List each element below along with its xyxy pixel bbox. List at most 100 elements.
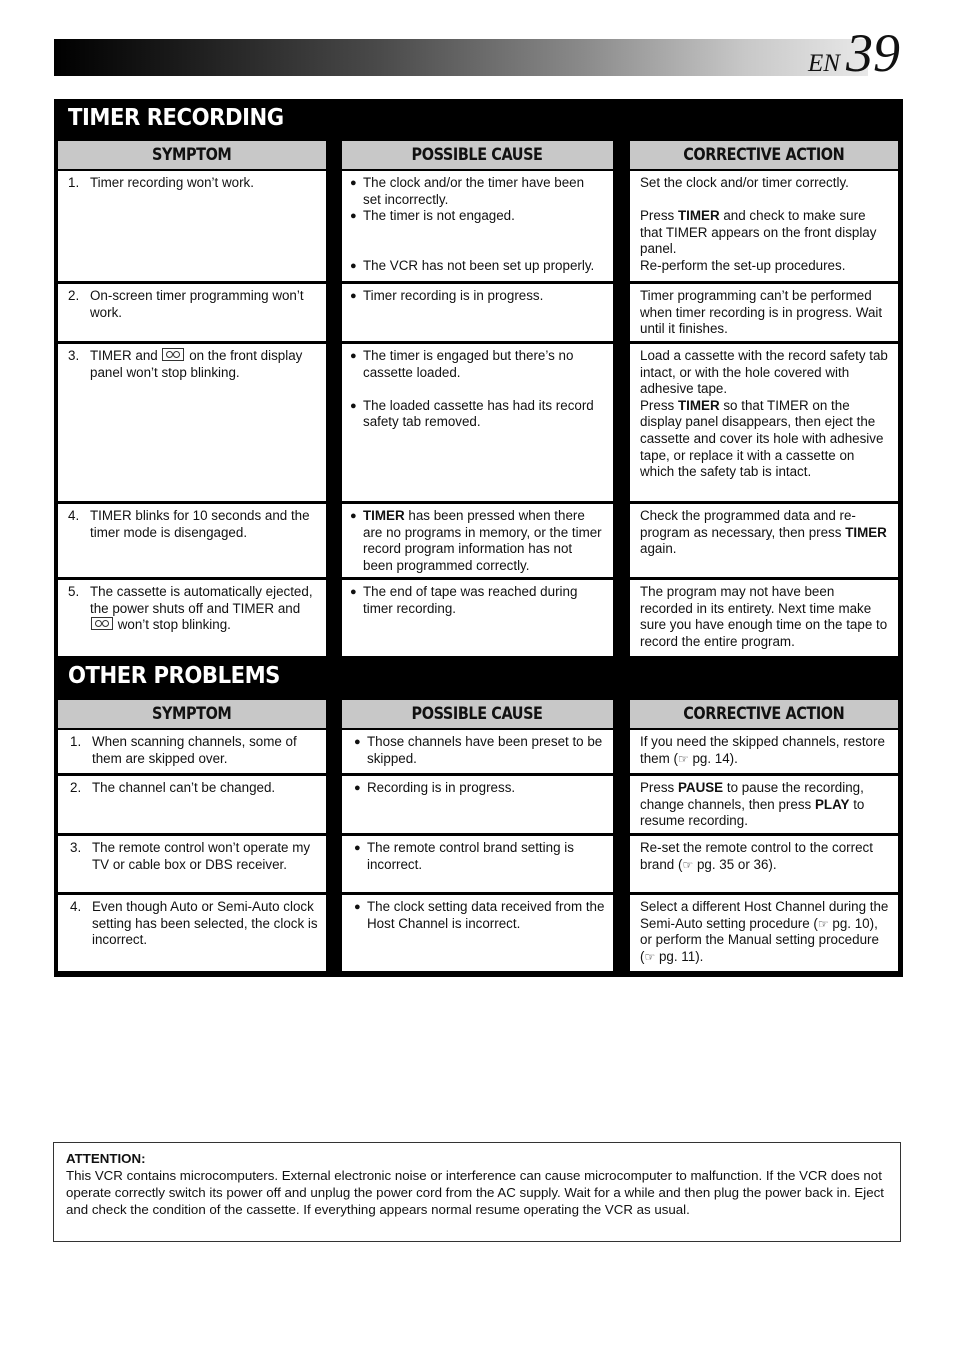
possible-cause-column: ● Those channels have been preset to be s… [342, 730, 613, 971]
table-row: Select a different Host Channel during t… [630, 892, 898, 971]
pointing-hand-icon: ☞ [644, 949, 656, 964]
symptom-text: The remote control won’t operate my TV o… [92, 840, 311, 872]
action-text: If you need the skipped channels, restor… [640, 734, 885, 766]
pointing-hand-icon: ☞ [677, 751, 689, 766]
table-row: 1. When scanning channels, some of them a… [58, 730, 326, 773]
table-row: ● TIMER has been pressed when there are n… [342, 501, 613, 577]
action-text: Check the programmed data and re-program… [640, 508, 887, 557]
table-row: Press PAUSE to pause the recording, chan… [630, 773, 898, 833]
possible-cause-column: ● The clock and/or the timer have been se… [342, 171, 613, 656]
action-text: Press TIMER and check to make sure that … [640, 208, 877, 257]
symptom-text: When scanning channels, some of them are… [92, 734, 297, 766]
bullet-icon: ● [354, 736, 361, 748]
symptom-text: Timer recording won’t work. [90, 175, 254, 190]
cause-text: The clock setting data received from the… [367, 899, 605, 931]
attention-body: This VCR contains microcomputers. Extern… [66, 1168, 884, 1217]
cause-text: The remote control brand setting is inco… [367, 840, 574, 872]
symptom-text: TIMER and on the front display panel won… [90, 348, 303, 380]
bullet-icon: ● [350, 177, 357, 189]
corrective-action-column: Set the clock and/or timer correctly. Pr… [630, 171, 898, 656]
cause-text: The timer is engaged but there’s no cass… [363, 348, 574, 380]
cause-text: Recording is in progress. [367, 780, 516, 795]
table-row: ● Timer recording is in progress. [342, 281, 613, 341]
bullet-icon: ● [354, 842, 361, 854]
table-row: 3. TIMER and on the front display panel w… [58, 341, 326, 501]
section-title: OTHER PROBLEMS [68, 663, 280, 689]
table-row: ● The clock setting data received from th… [342, 892, 613, 971]
table-row: 5. The cassette is automatically ejected,… [58, 577, 326, 656]
bullet-icon: ● [350, 290, 357, 302]
table-row: ● The end of tape was reached during time… [342, 577, 613, 656]
cause-text: The clock and/or the timer have been set… [363, 175, 585, 207]
bullet-icon: ● [350, 586, 357, 598]
symptom-header: SYMPTOM [58, 141, 326, 169]
cause-text: Timer recording is in progress. [363, 288, 544, 303]
cassette-icon [162, 348, 185, 361]
bullet-icon: ● [350, 399, 357, 412]
action-text: The program may not have been recorded i… [640, 584, 888, 649]
cause-text: The timer is not engaged. [363, 208, 515, 224]
table-row: ● The clock and/or the timer have been se… [342, 171, 613, 281]
cassette-icon [91, 617, 113, 631]
symptom-column: 1. Timer recording won’t work. 2. On-scree… [58, 171, 326, 656]
cause-text: The end of tape was reached during timer… [363, 584, 578, 616]
table-row: 4. Even though Auto or Semi-Auto clock se… [58, 892, 326, 971]
table-row: The program may not have been recorded i… [630, 577, 898, 656]
header-gradient-bar [54, 39, 868, 76]
attention-notice: ATTENTION: This VCR contains microcomput… [53, 1142, 901, 1242]
bullet-icon: ● [354, 901, 361, 913]
cause-text: The VCR has not been set up properly. [363, 257, 595, 273]
language-label: EN [808, 50, 840, 77]
bullet-icon: ● [350, 510, 357, 522]
page-number: EN 39 [808, 26, 900, 82]
symptom-text: TIMER blinks for 10 seconds and the time… [90, 508, 310, 540]
page-reference-link: pg. 35 or 36). [696, 856, 777, 872]
table-row: Set the clock and/or timer correctly. Pr… [630, 171, 898, 281]
table-row: Check the programmed data and re-program… [630, 501, 898, 577]
bullet-icon: ● [350, 259, 357, 272]
action-text: Press PAUSE to pause the recording, chan… [640, 780, 865, 829]
timer-recording-section: TIMER RECORDING SYMPTOM POSSIBLE CAUSE C… [54, 99, 903, 660]
table-row: If you need the skipped channels, restor… [630, 730, 898, 773]
other-problems-section: OTHER PROBLEMS SYMPTOM POSSIBLE CAUSE CO… [54, 660, 903, 977]
symptom-header: SYMPTOM [58, 700, 326, 728]
table-row: 2. The channel can’t be changed. [58, 773, 326, 833]
page-reference-link: pg. 14). [692, 750, 738, 766]
action-text: Load a cassette with the record safety t… [640, 348, 888, 397]
action-text: Re-set the remote control to the correct… [640, 840, 873, 872]
symptom-text: The channel can’t be changed. [92, 780, 276, 795]
bullet-icon: ● [354, 782, 361, 794]
symptom-text: The cassette is automatically ejected, t… [90, 584, 313, 633]
action-text: Press TIMER so that TIMER on the display… [640, 397, 884, 480]
possible-cause-header: POSSIBLE CAUSE [342, 700, 613, 728]
page-number-value: 39 [845, 23, 900, 83]
pointing-hand-icon: ☞ [682, 857, 694, 872]
table-row: Load a cassette with the record safety t… [630, 341, 898, 501]
table-row: ● Recording is in progress. [342, 773, 613, 833]
section-title: TIMER RECORDING [68, 105, 284, 131]
table-row: 4. TIMER blinks for 10 seconds and the ti… [58, 501, 326, 577]
table-row: 1. Timer recording won’t work. [68, 175, 254, 190]
cause-text: TIMER has been pressed when there are no… [363, 508, 602, 573]
corrective-action-column: If you need the skipped channels, restor… [630, 730, 898, 971]
table-row: ● The timer is engaged but there’s no cas… [342, 341, 613, 501]
possible-cause-header: POSSIBLE CAUSE [342, 141, 613, 169]
symptom-text: On-screen timer programming won’t work. [90, 288, 304, 320]
action-text: Select a different Host Channel during t… [640, 899, 889, 964]
table-row: ● The remote control brand setting is inc… [342, 833, 613, 892]
attention-title: ATTENTION: [66, 1151, 146, 1166]
pointing-hand-icon: ☞ [817, 916, 829, 931]
action-text: Set the clock and/or timer correctly. [640, 175, 849, 190]
table-row: Timer programming can’t be performed whe… [630, 281, 898, 341]
action-text: Re-perform the set-up procedures. [640, 257, 846, 273]
symptom-column: 1. When scanning channels, some of them a… [58, 730, 326, 971]
table-row: 2. On-screen timer programming won’t work… [58, 281, 326, 341]
corrective-action-header: CORRECTIVE ACTION [630, 141, 898, 169]
table-row: ● Those channels have been preset to be s… [342, 730, 613, 773]
cause-text: Those channels have been preset to be sk… [367, 734, 603, 766]
cause-text: The loaded cassette has had its record s… [363, 397, 594, 430]
bullet-icon: ● [350, 350, 357, 362]
corrective-action-header: CORRECTIVE ACTION [630, 700, 898, 728]
table-row: 3. The remote control won’t operate my TV… [58, 833, 326, 892]
bullet-icon: ● [350, 210, 357, 223]
